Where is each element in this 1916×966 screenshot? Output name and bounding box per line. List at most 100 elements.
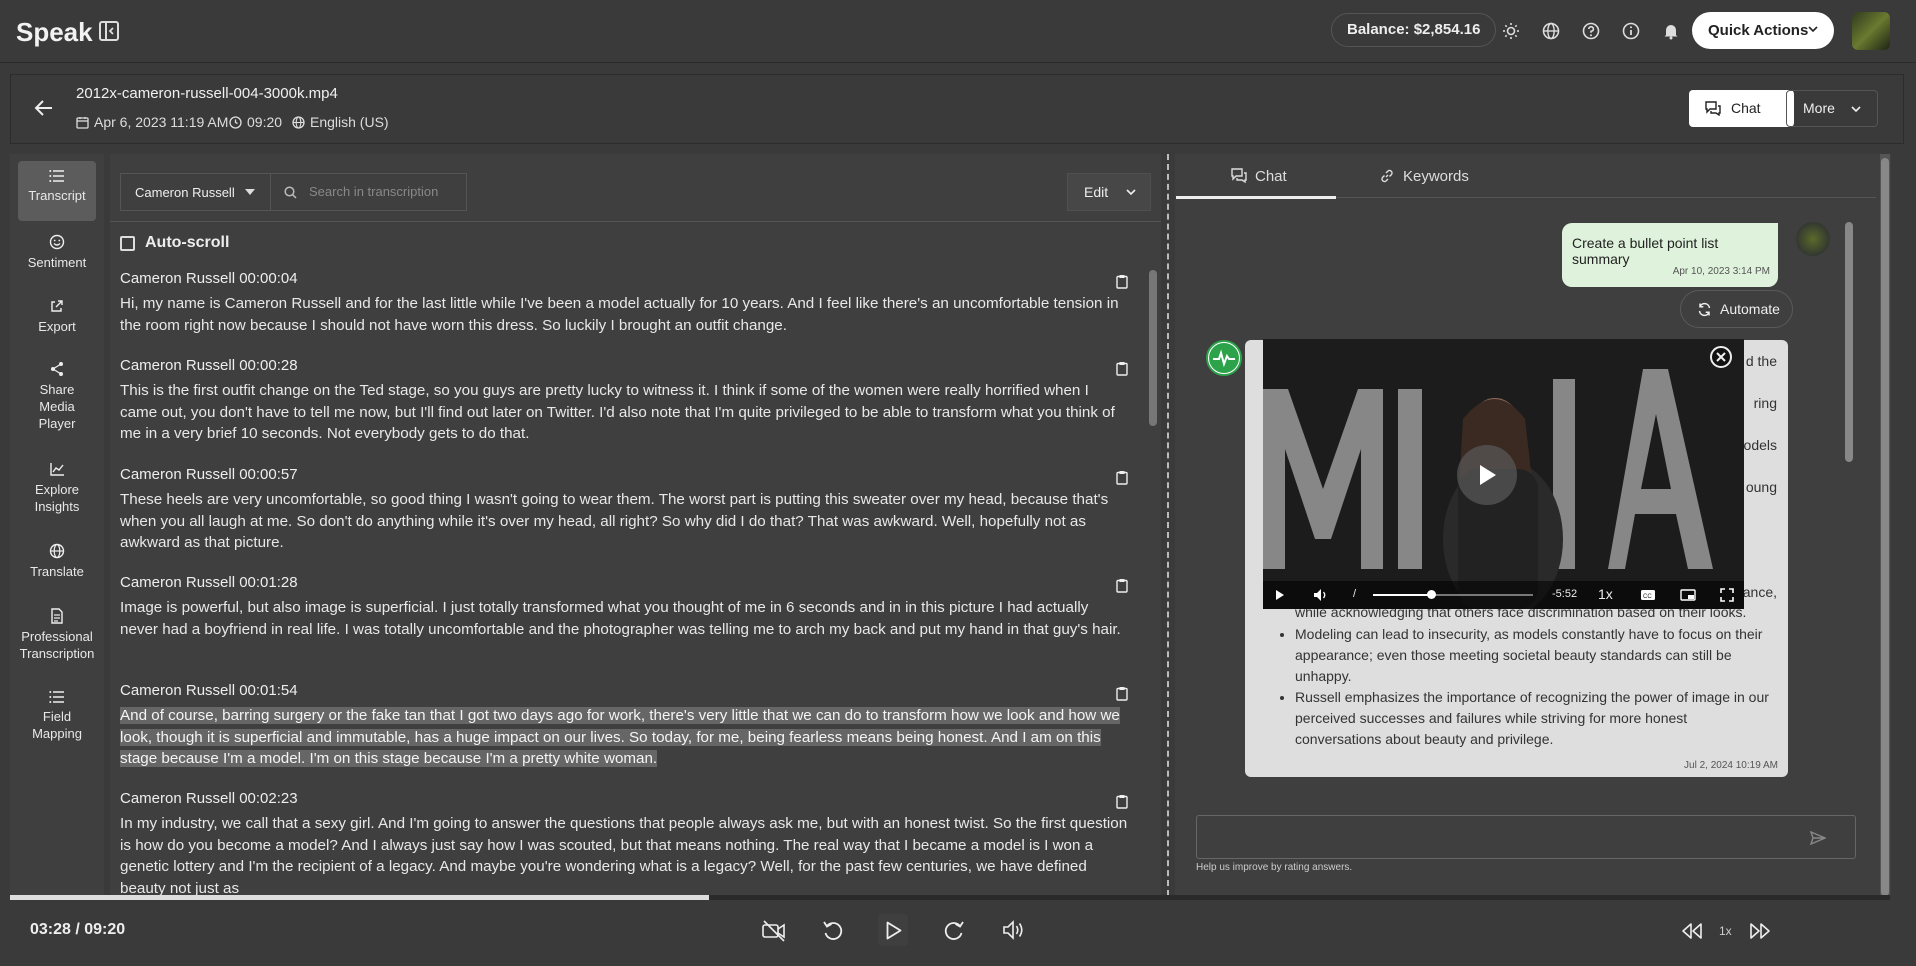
play-icon[interactable] xyxy=(1275,589,1285,601)
back-arrow-icon[interactable] xyxy=(34,99,54,117)
captions-icon[interactable]: CC xyxy=(1640,589,1656,601)
nav-export[interactable]: Export xyxy=(18,298,96,335)
segment-header: Cameron Russell 00:00:28 xyxy=(120,357,298,374)
tab-chat[interactable]: Chat xyxy=(1231,168,1287,185)
globe-icon[interactable] xyxy=(1542,22,1560,40)
balance-badge[interactable]: Balance: $2,854.16 xyxy=(1331,13,1497,47)
nav-sentiment-label: Sentiment xyxy=(27,255,87,270)
clipboard-icon[interactable] xyxy=(1116,470,1128,485)
video-seek-knob[interactable] xyxy=(1426,590,1436,599)
clipboard-icon[interactable] xyxy=(1116,686,1128,701)
clipboard-icon[interactable] xyxy=(1116,274,1128,289)
video-speed[interactable]: 1x xyxy=(1598,586,1613,602)
transcript-scrollbar[interactable] xyxy=(1149,270,1157,426)
video-play-button[interactable] xyxy=(1457,445,1517,505)
active-tab-indicator xyxy=(1176,196,1336,199)
nav-professional-transcription-label: Professional Transcription xyxy=(19,629,95,661)
segment-text[interactable]: This is the first outfit change on the T… xyxy=(120,380,1128,445)
clipboard-icon[interactable] xyxy=(1116,794,1128,809)
chat-message-input[interactable] xyxy=(1196,815,1856,859)
calendar-icon xyxy=(76,116,89,129)
speaker-filter-dropdown[interactable]: Cameron Russell xyxy=(120,173,271,211)
nav-field-mapping[interactable]: Field Mapping xyxy=(18,690,96,742)
nav-transcript[interactable]: Transcript xyxy=(18,161,96,221)
bot-text-fragment: oung xyxy=(1745,479,1777,495)
globe-icon xyxy=(292,115,305,129)
user-avatar[interactable] xyxy=(1852,12,1890,50)
playback-speed[interactable]: 1x xyxy=(1719,924,1732,938)
page-scrollbar[interactable] xyxy=(1880,154,1890,896)
autoscroll-checkbox[interactable] xyxy=(120,236,135,251)
more-button[interactable]: More xyxy=(1786,90,1878,127)
segment-text[interactable]: Hi, my name is Cameron Russell and for t… xyxy=(120,293,1128,336)
tab-keywords-label: Keywords xyxy=(1403,168,1469,185)
clipboard-icon[interactable] xyxy=(1116,361,1128,376)
feedback-help-text: Help us improve by rating answers. xyxy=(1196,862,1353,873)
video-seek-bar[interactable] xyxy=(1373,590,1533,599)
dropdown-caret-icon xyxy=(245,189,255,195)
segment-text[interactable]: These heels are very uncomfortable, so g… xyxy=(120,489,1128,554)
skip-back-icon[interactable] xyxy=(1681,922,1703,940)
picture-in-picture-icon[interactable] xyxy=(1680,589,1696,601)
transcript-segment[interactable]: Cameron Russell 00:00:04 Hi, my name is … xyxy=(120,270,1128,336)
bot-bullet: Russell emphasizes the importance of rec… xyxy=(1295,687,1775,750)
transcript-segment-active[interactable]: Cameron Russell 00:01:54 And of course, … xyxy=(120,682,1128,770)
volume-icon[interactable] xyxy=(1313,588,1329,602)
clipboard-icon[interactable] xyxy=(1116,578,1128,593)
page-scrollbar-thumb[interactable] xyxy=(1881,158,1889,896)
chevron-down-icon xyxy=(1808,26,1818,33)
theme-sun-icon[interactable] xyxy=(1502,22,1520,40)
edit-button[interactable]: Edit xyxy=(1067,173,1151,211)
rewind-icon[interactable] xyxy=(823,920,843,942)
transcript-segment[interactable]: Cameron Russell 00:00:28 This is the fir… xyxy=(120,357,1128,445)
smile-icon xyxy=(49,234,65,250)
transcript-segment[interactable]: Cameron Russell 00:00:57 These heels are… xyxy=(120,466,1128,554)
nav-translate[interactable]: Translate xyxy=(18,543,96,580)
info-icon[interactable] xyxy=(1622,22,1640,40)
help-icon[interactable] xyxy=(1582,22,1600,40)
file-duration: 09:20 xyxy=(229,114,282,130)
volume-icon[interactable] xyxy=(1003,920,1025,940)
chat-scrollbar[interactable] xyxy=(1845,222,1853,462)
nav-sentiment[interactable]: Sentiment xyxy=(18,234,96,271)
bell-icon[interactable] xyxy=(1662,22,1680,40)
user-message-avatar xyxy=(1796,222,1830,256)
send-icon[interactable] xyxy=(1810,831,1826,845)
transcript-segment[interactable]: Cameron Russell 00:02:23 In my industry,… xyxy=(120,790,1128,895)
nav-share-media-player[interactable]: Share Media Player xyxy=(18,361,96,432)
file-language: English (US) xyxy=(292,114,389,130)
play-button[interactable] xyxy=(878,914,908,946)
chat-button[interactable]: Chat xyxy=(1689,90,1794,127)
skip-forward-icon[interactable] xyxy=(1749,922,1771,940)
sidebar-toggle-icon[interactable] xyxy=(98,20,120,42)
bot-text-fragment: odels xyxy=(1743,437,1777,453)
list-icon xyxy=(49,170,64,182)
video-controls: / -5:52 1x CC xyxy=(1263,581,1744,609)
video-off-icon[interactable] xyxy=(762,920,786,942)
video-close-icon[interactable] xyxy=(1709,345,1733,369)
highlighted-text[interactable]: And of course, barring surgery or the fa… xyxy=(120,707,1120,768)
quick-actions-button[interactable]: Quick Actions xyxy=(1692,12,1834,49)
toolbar-divider xyxy=(110,221,1161,222)
file-date: Apr 6, 2023 11:19 AM xyxy=(76,114,228,130)
autoscroll-toggle[interactable]: Auto-scroll xyxy=(120,234,229,252)
app-logo[interactable]: Speak xyxy=(16,17,93,48)
fullscreen-icon[interactable] xyxy=(1720,588,1734,602)
playback-progress-bar[interactable] xyxy=(10,895,1890,900)
nav-explore-insights-label: Explore Insights xyxy=(34,482,80,514)
nav-professional-transcription[interactable]: Professional Transcription xyxy=(18,608,96,662)
segment-text[interactable]: Image is powerful, but also image is sup… xyxy=(120,597,1128,640)
playback-time: 03:28 / 09:20 xyxy=(30,921,126,938)
globe-icon xyxy=(49,543,65,559)
speaker-filter-value: Cameron Russell xyxy=(135,185,235,200)
nav-explore-insights[interactable]: Explore Insights xyxy=(18,461,96,515)
tab-keywords[interactable]: Keywords xyxy=(1381,168,1469,185)
chart-icon xyxy=(50,463,64,476)
segment-text[interactable]: In my industry, we call that a sexy girl… xyxy=(120,813,1128,895)
segment-text[interactable]: And of course, barring surgery or the fa… xyxy=(120,705,1128,770)
forward-icon[interactable] xyxy=(944,920,964,942)
transcript-search-input[interactable]: Search in transcription xyxy=(270,173,467,211)
panel-resize-divider[interactable] xyxy=(1167,154,1169,896)
transcript-segment[interactable]: Cameron Russell 00:01:28 Image is powerf… xyxy=(120,574,1128,640)
automate-button[interactable]: Automate xyxy=(1680,290,1793,328)
